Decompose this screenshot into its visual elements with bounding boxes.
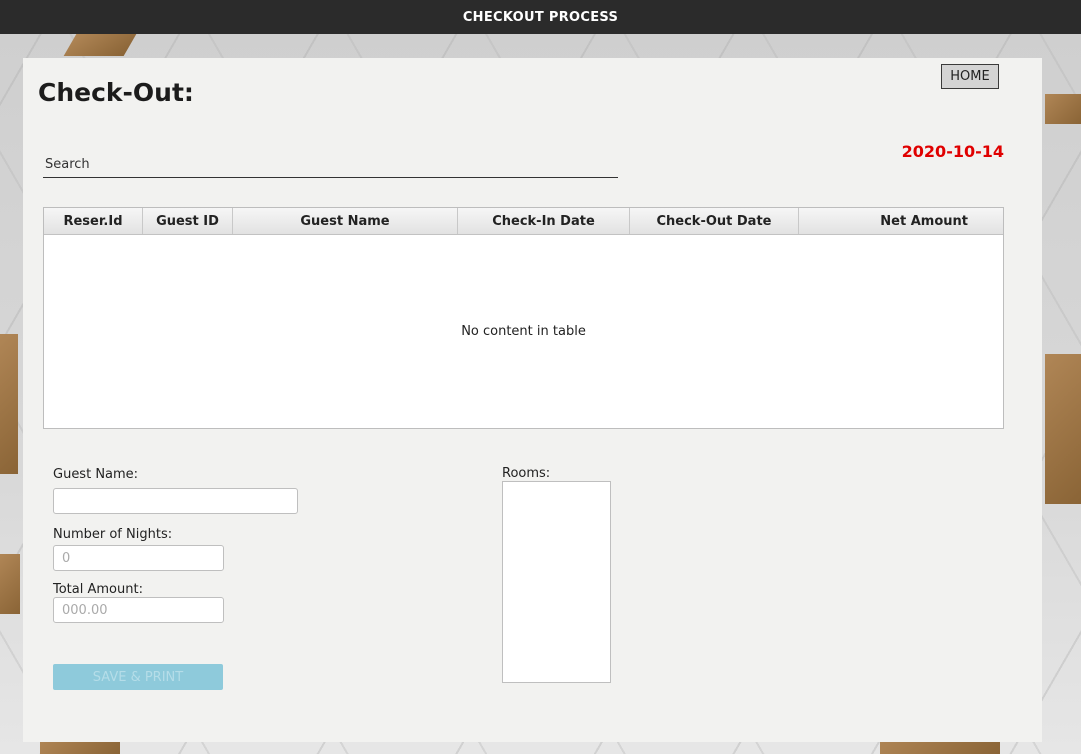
column-header-check-out-date[interactable]: Check-Out Date <box>630 208 799 234</box>
page-title: Check-Out: <box>38 78 194 107</box>
home-button[interactable]: HOME <box>941 64 999 89</box>
table-header: Reser.Id Guest ID Guest Name Check-In Da… <box>44 208 1003 235</box>
nights-field[interactable] <box>53 545 224 571</box>
rooms-list[interactable] <box>502 481 611 683</box>
column-header-net-amount[interactable]: Net Amount <box>799 208 1003 234</box>
search-input[interactable] <box>43 152 618 178</box>
guest-name-label: Guest Name: <box>53 467 139 482</box>
rooms-label: Rooms: <box>502 466 551 481</box>
total-amount-label: Total Amount: <box>53 582 143 597</box>
save-print-button[interactable]: SAVE & PRINT <box>53 664 223 690</box>
guest-name-field[interactable] <box>53 488 298 514</box>
column-header-check-in-date[interactable]: Check-In Date <box>458 208 630 234</box>
window-titlebar: CHECKOUT PROCESS <box>0 0 1081 34</box>
window-title: CHECKOUT PROCESS <box>462 9 619 25</box>
nights-label: Number of Nights: <box>53 527 173 542</box>
reservations-table[interactable]: Reser.Id Guest ID Guest Name Check-In Da… <box>43 207 1004 429</box>
table-empty-message: No content in table <box>461 323 586 339</box>
column-header-guest-name[interactable]: Guest Name <box>233 208 458 234</box>
checkout-panel: Check-Out: HOME 2020-10-14 Reser.Id Gues… <box>23 58 1042 742</box>
current-date: 2020-10-14 <box>901 142 1004 161</box>
column-header-reservation-id[interactable]: Reser.Id <box>44 208 143 234</box>
column-header-guest-id[interactable]: Guest ID <box>143 208 233 234</box>
total-amount-field[interactable] <box>53 597 224 623</box>
